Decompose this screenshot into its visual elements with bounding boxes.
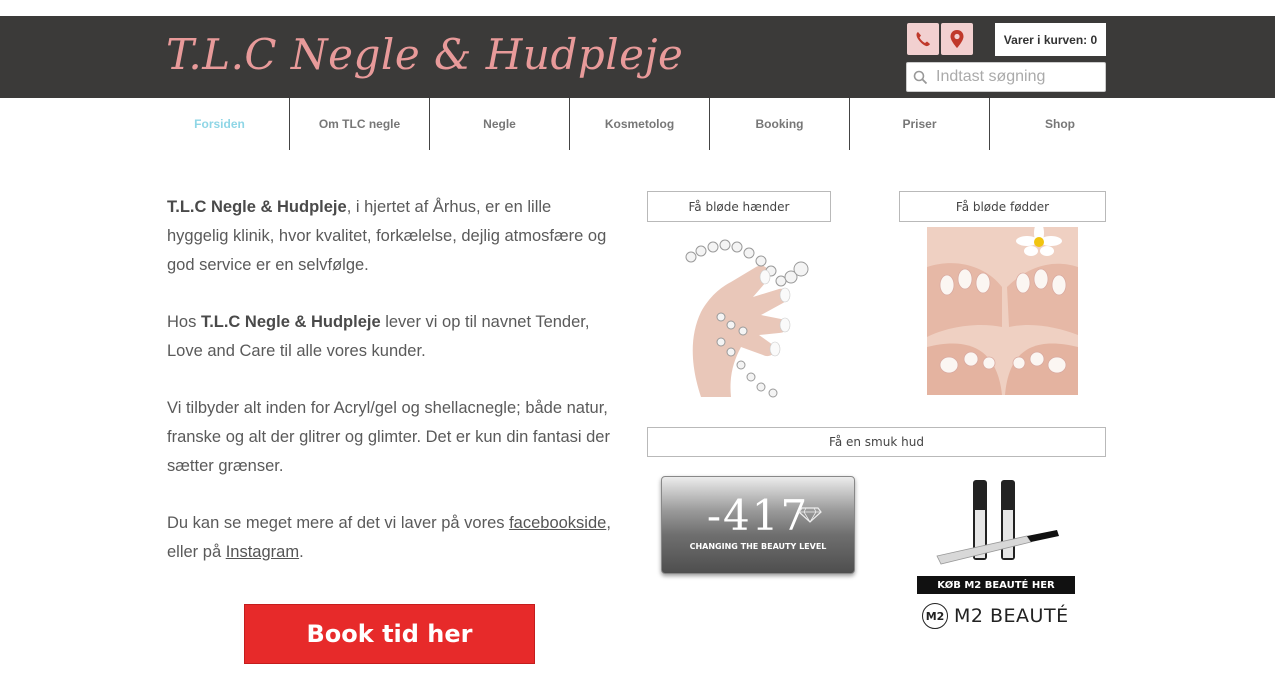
phone-button[interactable] (907, 23, 939, 55)
intro-paragraph-3: Vi tilbyder alt inden for Acryl/gel og s… (167, 399, 610, 475)
serum-bottles-illustration (936, 480, 1059, 565)
intro-paragraph-1: T.L.C Negle & Hudpleje, i hjertet af Årh… (167, 193, 617, 280)
intro-text: T.L.C Negle & Hudpleje, i hjertet af Årh… (167, 193, 617, 595)
m2-logo-mark: M2 (922, 603, 948, 629)
map-button[interactable] (941, 23, 973, 55)
instagram-link[interactable]: Instagram (226, 543, 299, 561)
search-box[interactable] (906, 62, 1106, 92)
feet-image[interactable] (927, 227, 1078, 395)
phone-icon (916, 32, 930, 47)
site-logo[interactable]: T.L.C Negle & Hudpleje (166, 30, 683, 79)
cart-status[interactable]: Varer i kurven: 0 (995, 23, 1106, 56)
search-input[interactable] (936, 68, 1096, 86)
nails-jewelry-image[interactable] (661, 227, 817, 399)
book-button[interactable]: Book tid her (244, 604, 535, 664)
site-header: T.L.C Negle & Hudpleje Varer i kurven: 0 (0, 16, 1275, 98)
beautiful-skin-button[interactable]: Få en smuk hud (647, 427, 1106, 457)
brand-417-tagline: CHANGING THE BEAUTY LEVEL (689, 542, 827, 551)
nav-item-priser[interactable]: Priser (850, 98, 990, 150)
intro-text-span: Hos (167, 313, 201, 331)
m2-logo-text: M2 BEAUTÉ (954, 605, 1069, 627)
nav-item-om-tlc-negle[interactable]: Om TLC negle (290, 98, 430, 150)
m2-buy-banner[interactable]: KØB M2 BEAUTÉ HER (917, 576, 1075, 594)
business-name: T.L.C Negle & Hudpleje (167, 198, 347, 216)
facebook-link[interactable]: facebookside (509, 514, 606, 532)
brand-417-number: -417 (706, 491, 810, 540)
nav-item-shop[interactable]: Shop (990, 98, 1130, 150)
main-nav: Forsiden Om TLC negle Negle Kosmetolog B… (150, 98, 1130, 150)
map-pin-icon (950, 30, 964, 48)
hand-illustration (685, 239, 809, 398)
nav-item-kosmetolog[interactable]: Kosmetolog (570, 98, 710, 150)
diamond-icon (798, 507, 822, 523)
soft-feet-button[interactable]: Få bløde fødder (899, 191, 1106, 222)
m2-beaute-logo[interactable]: M2 M2 BEAUTÉ (922, 603, 1069, 629)
soft-hands-button[interactable]: Få bløde hænder (647, 191, 831, 222)
intro-paragraph-2: Hos T.L.C Negle & Hudpleje lever vi op t… (167, 308, 617, 366)
nav-item-negle[interactable]: Negle (430, 98, 570, 150)
business-name: T.L.C Negle & Hudpleje (200, 313, 381, 331)
brand-417-banner[interactable]: -417 CHANGING THE BEAUTY LEVEL (661, 476, 855, 574)
intro-text-span: . (299, 543, 304, 561)
intro-paragraph-4: Du kan se meget mere af det vi laver på … (167, 509, 617, 567)
search-icon (913, 70, 928, 84)
nav-item-booking[interactable]: Booking (710, 98, 850, 150)
nav-item-forsiden[interactable]: Forsiden (150, 98, 290, 150)
intro-text-span: Du kan se meget mere af det vi laver på … (167, 514, 510, 532)
feet-illustration (927, 227, 1078, 395)
